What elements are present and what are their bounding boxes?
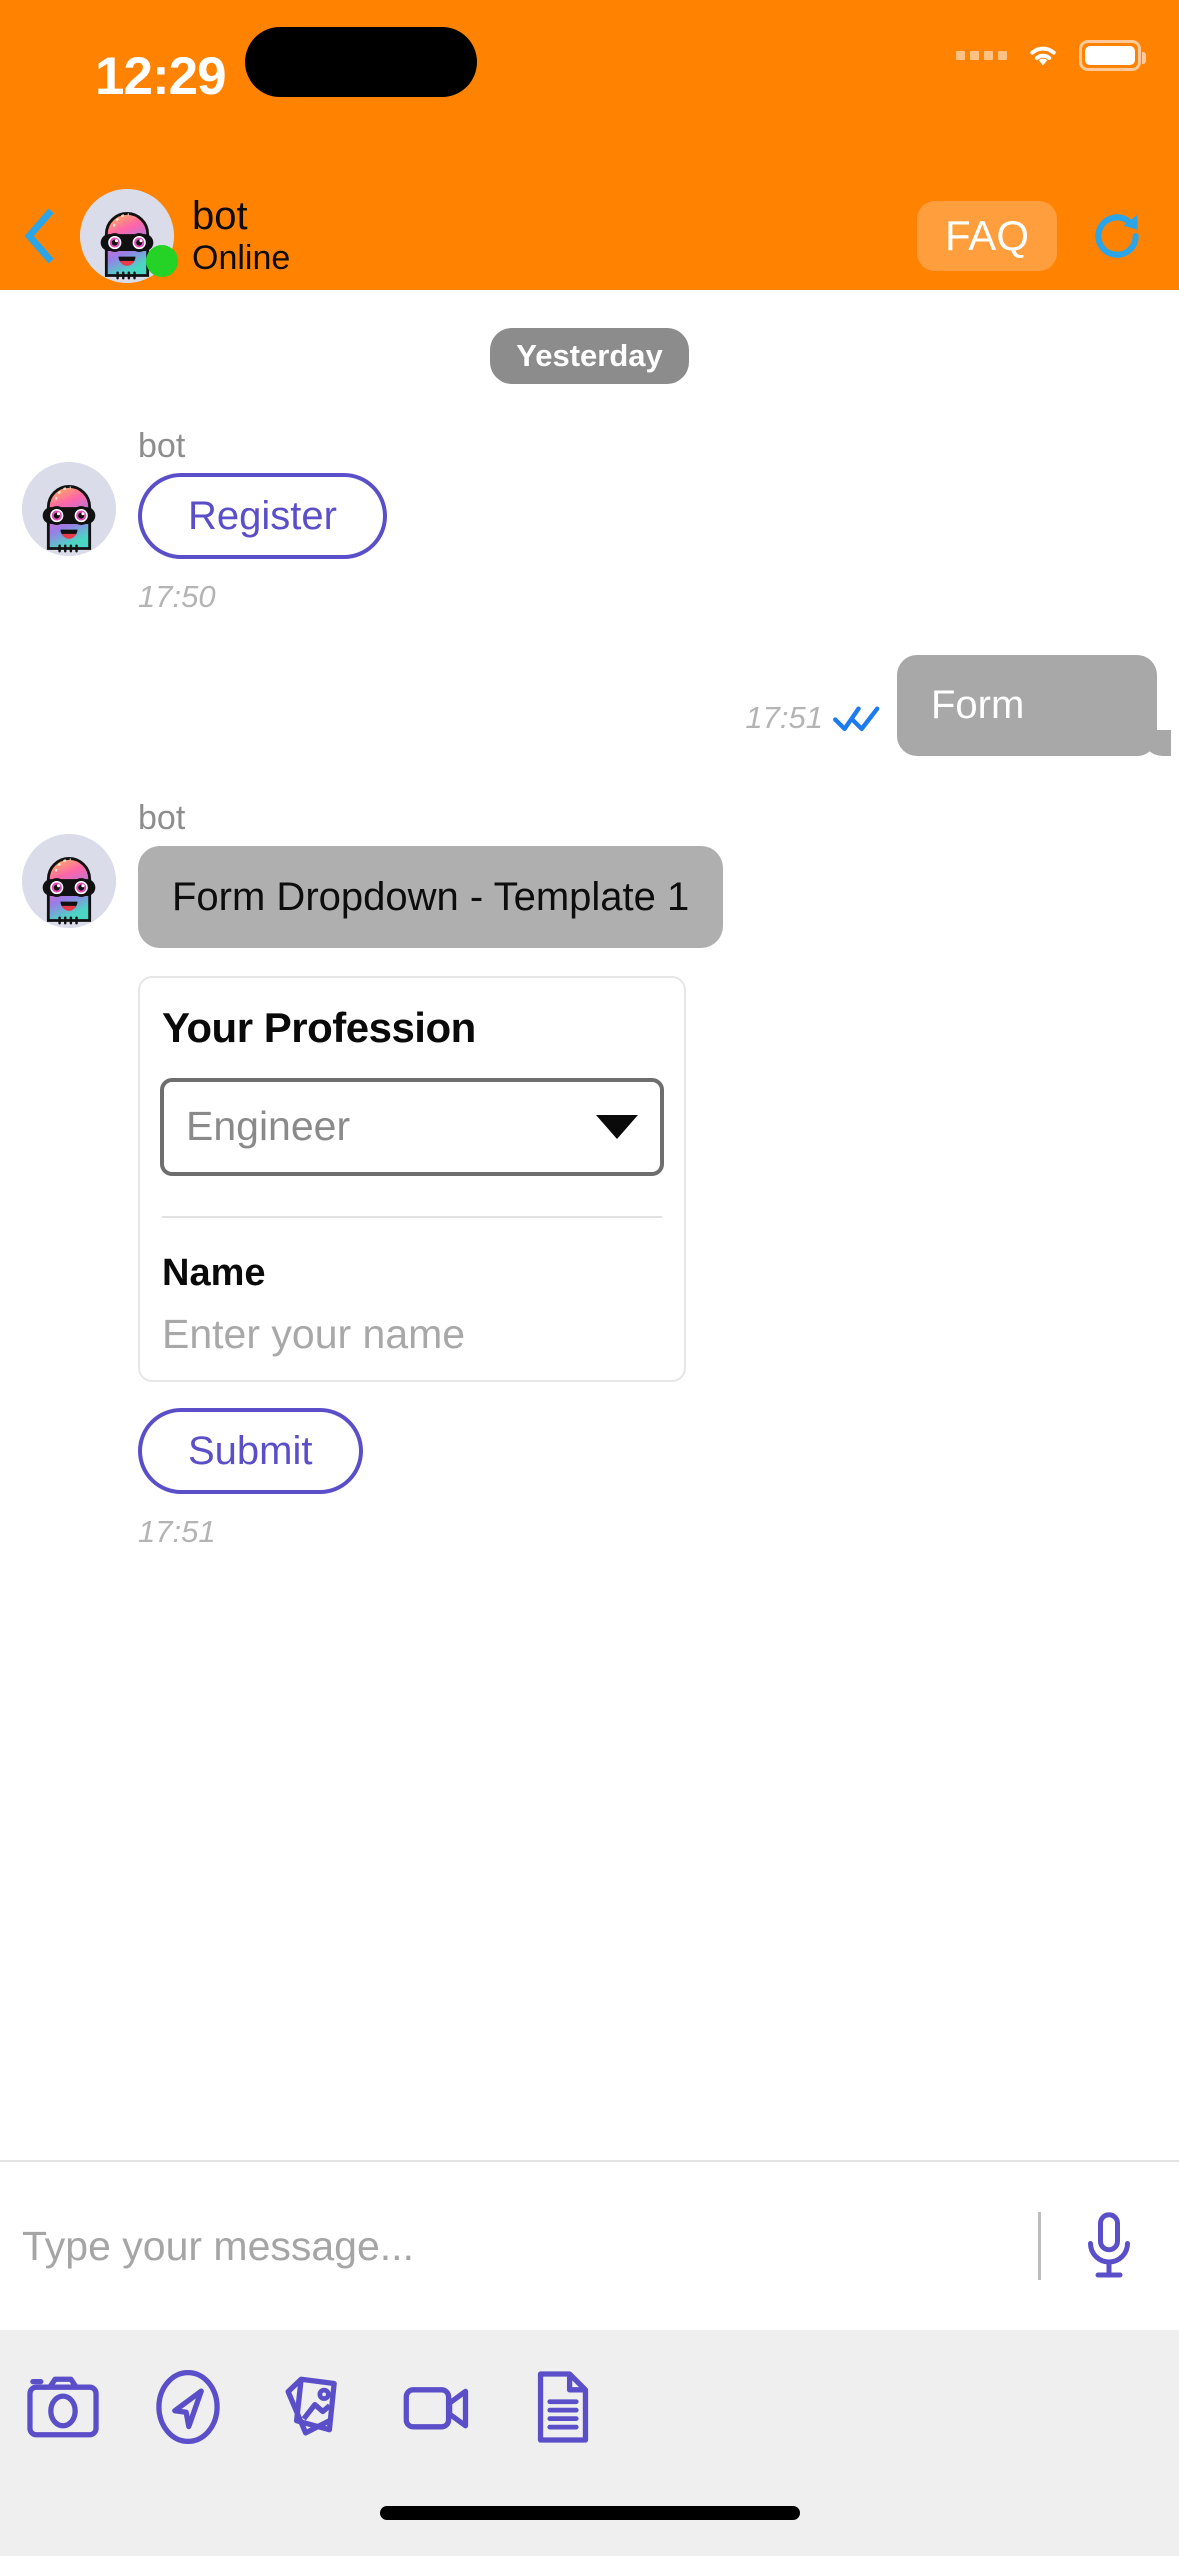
battery-icon (1079, 40, 1146, 71)
message-row-bot-form: bot Form Dropdown - Template 1 Your Prof… (0, 799, 1179, 1549)
message-timestamp: 17:50 (138, 579, 216, 615)
video-camera-icon (403, 2387, 468, 2430)
sender-name: bot (138, 427, 186, 465)
date-separator: Yesterday (0, 328, 1179, 384)
home-indicator (379, 2506, 800, 2520)
form-card: Your Profession Engineer Name Enter your… (138, 975, 686, 1382)
location-button[interactable] (125, 2370, 250, 2444)
refresh-button[interactable] (1089, 208, 1145, 264)
name-field-label: Name (162, 1251, 266, 1294)
register-button[interactable]: Register (138, 473, 387, 560)
camera-button[interactable] (0, 2370, 125, 2444)
page-title: bot (192, 194, 248, 239)
document-button[interactable] (500, 2370, 625, 2444)
status-bar: 12:29 (0, 0, 1179, 182)
status-indicators (956, 38, 1146, 73)
message-row-bot-register: bot Register 17:50 (0, 427, 1179, 615)
message-avatar (22, 462, 116, 556)
online-status-dot (146, 245, 178, 277)
message-body: bot Form Dropdown - Template 1 Your Prof… (138, 799, 724, 1549)
camera-icon (26, 2376, 99, 2438)
profession-dropdown-value: Engineer (186, 1103, 351, 1150)
presence-label: Online (192, 238, 291, 277)
sender-name: bot (138, 799, 186, 838)
refresh-icon (1095, 214, 1139, 258)
message-input[interactable]: Type your message... (0, 2223, 1038, 2270)
chevron-down-icon (596, 1114, 638, 1139)
video-button[interactable] (375, 2370, 500, 2444)
gallery-icon (285, 2376, 337, 2436)
gallery-button[interactable] (250, 2370, 375, 2444)
header-text: bot Online (192, 194, 291, 277)
back-button[interactable] (0, 208, 78, 264)
submit-wrap: Submit (138, 1407, 363, 1494)
header-avatar[interactable] (80, 189, 178, 283)
form-heading: Your Profession (162, 1003, 476, 1051)
mic-button[interactable] (1079, 2211, 1139, 2281)
message-row-user-form: 17:51 Form (0, 655, 1179, 757)
submit-button[interactable]: Submit (138, 1407, 363, 1494)
message-timestamp: 17:51 (138, 1513, 216, 1549)
double-check-icon (833, 706, 880, 732)
bot-message-bubble: Form Dropdown - Template 1 (138, 845, 724, 948)
faq-button[interactable]: FAQ (916, 201, 1057, 271)
location-send-icon (155, 2370, 220, 2444)
microphone-icon (1088, 2212, 1130, 2278)
profession-dropdown[interactable]: Engineer (160, 1077, 664, 1176)
user-message-bubble: Form (897, 655, 1171, 757)
message-body: bot Register 17:50 (138, 427, 387, 615)
back-chevron-icon (24, 208, 54, 264)
wifi-icon (1023, 38, 1063, 73)
phone-screen: 12:29 bot Online FAQ Yesterday bot Regis… (0, 0, 1179, 2556)
status-time: 12:29 (95, 47, 227, 106)
bot-avatar (22, 834, 116, 929)
composer-divider (1038, 2212, 1041, 2280)
chat-header: bot Online FAQ (0, 182, 1179, 290)
document-icon (537, 2371, 588, 2443)
message-meta: 17:51 (745, 700, 881, 736)
form-divider (162, 1215, 662, 1218)
message-timestamp: 17:51 (745, 700, 823, 736)
dynamic-island (245, 27, 477, 97)
signal-dots-icon (956, 51, 1007, 60)
name-input[interactable]: Enter your name (160, 1311, 664, 1358)
date-pill-label: Yesterday (490, 328, 689, 384)
bot-avatar (22, 462, 116, 556)
composer-bar: Type your message... (0, 2160, 1179, 2330)
attachment-toolbar (0, 2330, 1179, 2556)
message-avatar (22, 834, 116, 929)
chat-thread[interactable]: Yesterday bot Register 17:50 17:51 Form … (0, 290, 1179, 2160)
